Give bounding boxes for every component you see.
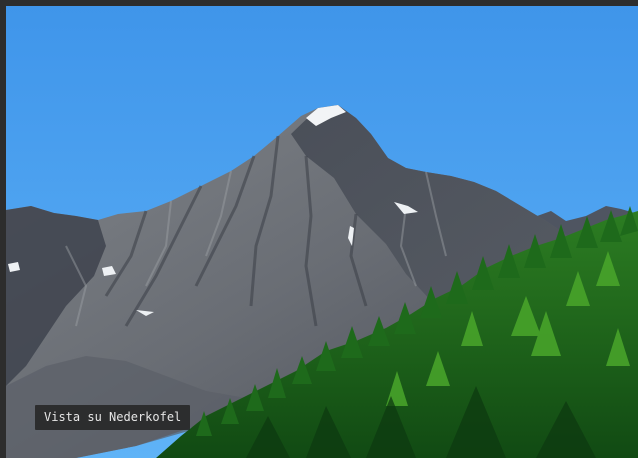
image-viewer: Vista su Nederkofel bbox=[0, 0, 638, 458]
mountain-photo[interactable] bbox=[6, 6, 638, 458]
image-caption: Vista su Nederkofel bbox=[35, 405, 191, 430]
photo-canvas bbox=[6, 6, 638, 458]
